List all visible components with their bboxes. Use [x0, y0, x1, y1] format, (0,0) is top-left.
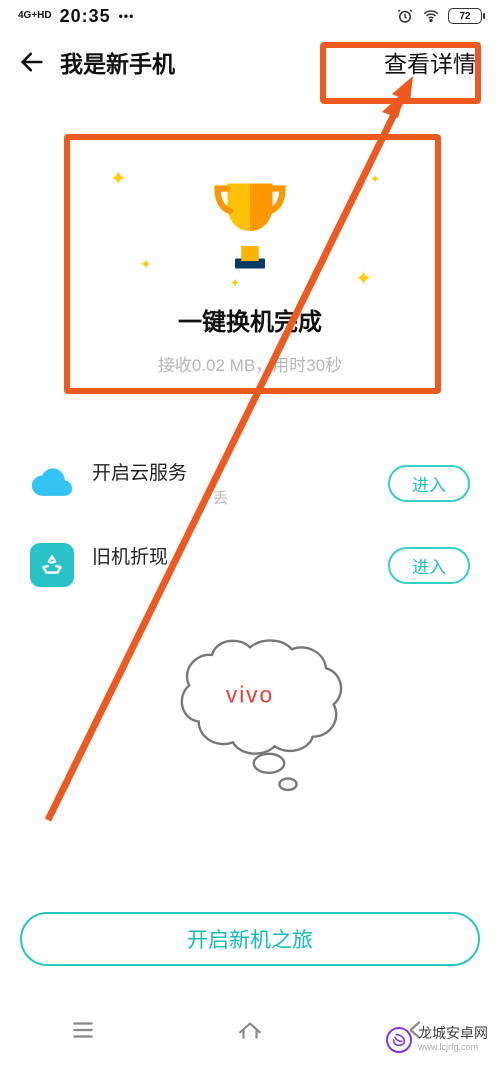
trophy-icon: [210, 176, 290, 276]
list-item-body: 开启云服务 丢: [92, 458, 370, 508]
completion-card: ✦ ✦ ✦ ✦ ✦ 一键换机完成 接收0.02 MB，用时30秒: [30, 132, 470, 400]
nav-bar: 我是新手机 查看详情: [0, 32, 500, 92]
network-label: 4G+HD: [18, 11, 52, 21]
list-item: 旧机折现 进入: [30, 536, 470, 616]
status-bar: 4G+HD 20:35 ••• 72: [0, 0, 500, 32]
star-icon: ✦: [230, 276, 240, 290]
star-icon: ✦: [140, 256, 152, 273]
cloud-icon: [30, 461, 74, 505]
back-icon[interactable]: [18, 48, 46, 76]
star-icon: ✦: [355, 266, 372, 291]
services-list: 开启云服务 丢 进入 旧机折现 进入: [30, 444, 470, 616]
site-watermark: 龙城安卓网 www.lcjrfg.com: [386, 1026, 488, 1054]
recent-apps-icon[interactable]: [67, 1017, 99, 1043]
list-item-title: 旧机折现: [92, 542, 370, 569]
enter-button[interactable]: 进入: [388, 465, 470, 502]
list-item-subtitle: [92, 571, 370, 588]
page-title: 我是新手机: [60, 45, 175, 79]
list-item-body: 旧机折现: [92, 542, 370, 588]
star-icon: ✦: [370, 172, 380, 186]
completion-subtitle: 接收0.02 MB，用时30秒: [50, 351, 450, 376]
list-item-title: 开启云服务: [92, 458, 370, 485]
start-journey-button[interactable]: 开启新机之旅: [20, 912, 480, 966]
battery-percent: 72: [459, 11, 470, 22]
brand-bubble: vivo: [0, 636, 500, 798]
primary-action-wrap: 开启新机之旅: [20, 912, 480, 966]
recycle-icon: [30, 543, 74, 587]
trophy-illustration: ✦ ✦ ✦ ✦ ✦: [50, 166, 450, 286]
watermark-text: 龙城安卓网 www.lcjrfg.com: [418, 1026, 488, 1054]
list-item: 开启云服务 丢 进入: [30, 444, 470, 536]
wifi-icon: [422, 7, 440, 25]
status-left: 4G+HD 20:35 •••: [18, 6, 134, 27]
completion-title: 一键换机完成: [50, 302, 450, 337]
list-item-subtitle: 丢: [92, 487, 370, 508]
home-icon[interactable]: [234, 1017, 266, 1043]
enter-button[interactable]: 进入: [388, 547, 470, 584]
battery-icon: 72: [448, 8, 482, 24]
status-time: 20:35: [60, 6, 111, 27]
star-icon: ✦: [110, 166, 127, 191]
alarm-icon: [396, 7, 414, 25]
status-right: 72: [396, 7, 482, 25]
brand-text: vivo: [226, 682, 274, 708]
watermark-logo-icon: [386, 1027, 412, 1053]
status-more-icon: •••: [119, 9, 135, 23]
details-button[interactable]: 查看详情: [378, 39, 482, 85]
